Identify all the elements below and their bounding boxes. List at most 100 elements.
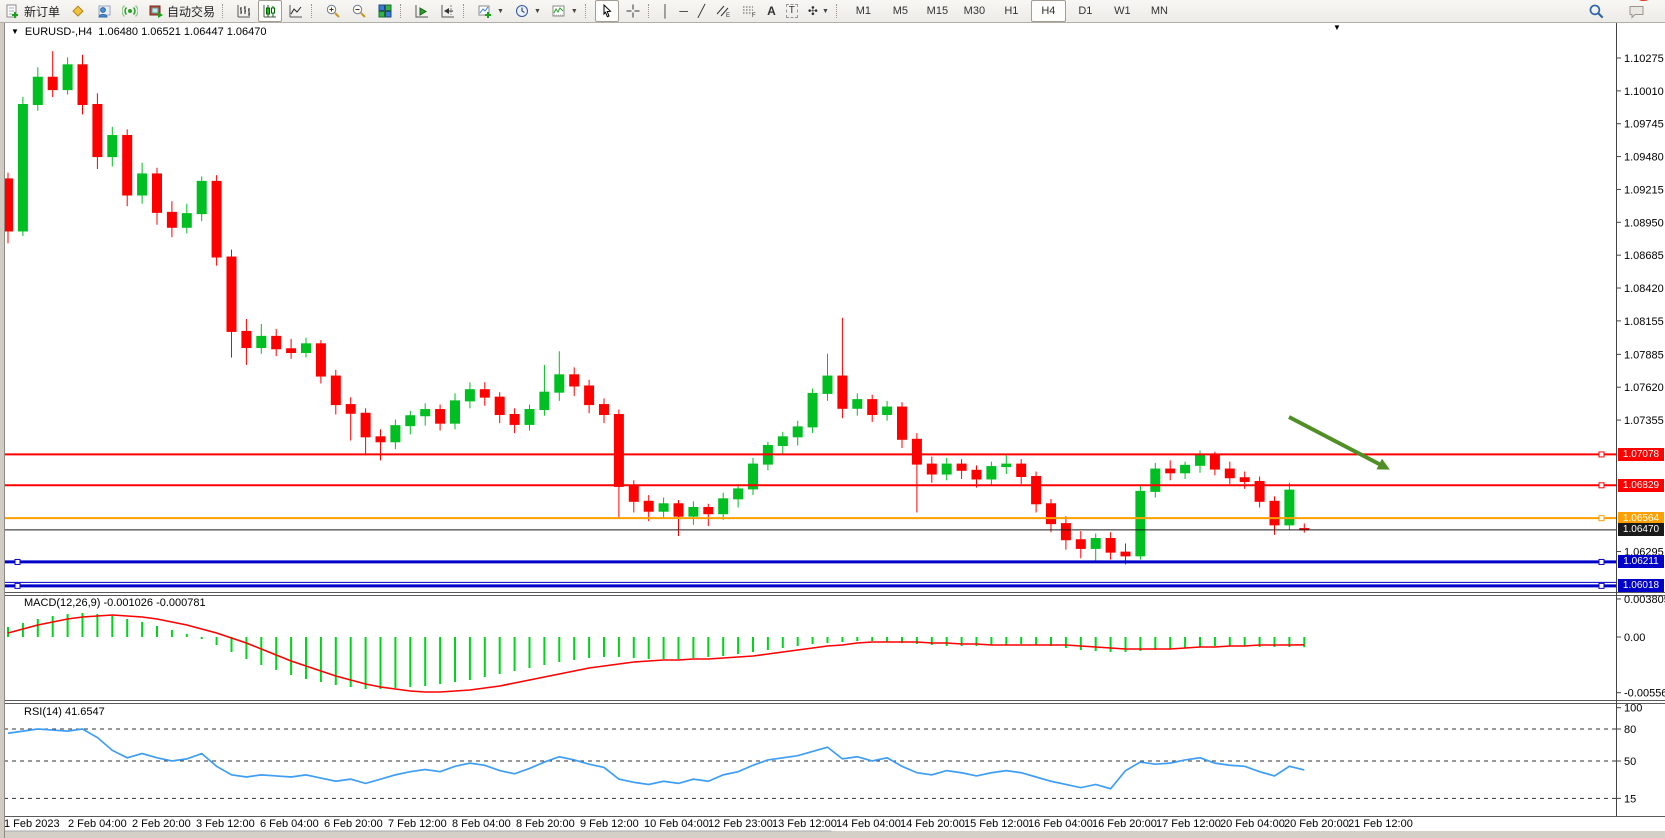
trendline-tool-button[interactable]: ╱ bbox=[694, 0, 709, 22]
date-axis[interactable]: 1 Feb 20232 Feb 04:002 Feb 20:003 Feb 12… bbox=[4, 818, 1413, 830]
timeframe-m1-button[interactable]: M1 bbox=[846, 0, 881, 22]
timeframe-mn-button[interactable]: MN bbox=[1142, 0, 1177, 22]
chart-shift-button[interactable] bbox=[436, 0, 460, 22]
timeframe-w1-button[interactable]: W1 bbox=[1105, 0, 1140, 22]
candle bbox=[1151, 469, 1160, 491]
candle bbox=[644, 501, 653, 511]
candle bbox=[1210, 455, 1219, 469]
zoom-out-button[interactable] bbox=[347, 0, 371, 22]
price-tick-label: 1.09215 bbox=[1624, 184, 1664, 196]
candle bbox=[674, 504, 683, 516]
collapse-icon[interactable]: ▼ bbox=[11, 27, 19, 36]
timeframe-m30-button[interactable]: M30 bbox=[957, 0, 992, 22]
timeframe-d1-button[interactable]: D1 bbox=[1068, 0, 1103, 22]
price-tag-1.07078: 1.07078 bbox=[1618, 448, 1664, 461]
timeframe-m15-button[interactable]: M15 bbox=[920, 0, 955, 22]
line-handle[interactable] bbox=[1599, 483, 1604, 488]
chart-ohlc-values: 1.06480 1.06521 1.06447 1.06470 bbox=[98, 26, 266, 38]
terminal-button[interactable] bbox=[92, 0, 116, 22]
horizontal-line-tool-button[interactable]: ─ bbox=[675, 0, 692, 22]
equidistant-channel-tool-button[interactable]: E bbox=[711, 0, 735, 22]
add-indicator-button[interactable]: ▼ bbox=[473, 0, 508, 22]
candle bbox=[346, 405, 355, 414]
window-edge bbox=[0, 22, 5, 838]
candle bbox=[93, 105, 102, 157]
toolbar-drag-handle[interactable] bbox=[400, 4, 405, 18]
candle bbox=[525, 410, 534, 425]
autotrading-label: 自动交易 bbox=[167, 3, 215, 20]
periods-button[interactable]: ▼ bbox=[510, 0, 545, 22]
auto-scroll-icon bbox=[414, 3, 430, 19]
price-tick-label: 1.07355 bbox=[1624, 415, 1664, 427]
candle bbox=[197, 181, 206, 213]
line-chart-type-button[interactable] bbox=[284, 0, 308, 22]
bar-chart-type-button[interactable] bbox=[232, 0, 256, 22]
text-tool-button[interactable]: A bbox=[763, 0, 780, 22]
dropdown-icon[interactable]: ▼ bbox=[497, 8, 504, 15]
crosshair-tool-button[interactable] bbox=[621, 0, 645, 22]
date-label: 8 Feb 20:00 bbox=[516, 818, 575, 830]
toolbar-drag-handle[interactable] bbox=[222, 4, 227, 18]
price-tick-label: 1.10010 bbox=[1624, 86, 1664, 98]
toolbar-drag-handle[interactable] bbox=[585, 4, 590, 18]
toolbar-drag-handle[interactable] bbox=[836, 4, 841, 18]
line-handle[interactable] bbox=[1599, 452, 1604, 457]
chart-shift-marker[interactable]: ▼ bbox=[1333, 23, 1341, 32]
dropdown-icon[interactable]: ▼ bbox=[822, 8, 829, 15]
candle bbox=[465, 390, 474, 401]
macd-scale-label: 0.00 bbox=[1624, 632, 1645, 644]
candle bbox=[480, 390, 489, 397]
timeframe-m5-button[interactable]: M5 bbox=[883, 0, 918, 22]
date-label: 7 Feb 12:00 bbox=[388, 818, 447, 830]
price-tag-1.06829: 1.06829 bbox=[1618, 479, 1664, 492]
line-handle[interactable] bbox=[15, 583, 20, 588]
line-handle[interactable] bbox=[1599, 583, 1604, 588]
candle bbox=[734, 489, 743, 499]
candle bbox=[361, 413, 370, 437]
fibonacci-tool-button[interactable]: F bbox=[737, 0, 761, 22]
vertical-line-tool-button[interactable]: │ bbox=[658, 0, 674, 22]
candlestick-chart-type-button[interactable] bbox=[258, 0, 282, 22]
arrows-icon: ✣ bbox=[808, 3, 818, 19]
toolbar-drag-handle[interactable] bbox=[463, 4, 468, 18]
auto-scroll-button[interactable] bbox=[410, 0, 434, 22]
dropdown-icon[interactable]: ▼ bbox=[534, 8, 541, 15]
date-label: 21 Feb 12:00 bbox=[1348, 818, 1413, 830]
candle bbox=[108, 136, 117, 157]
new-order-button[interactable]: 新订单 bbox=[1, 0, 64, 22]
chart-area[interactable]: 1.102751.100101.097451.094801.092151.089… bbox=[0, 0, 1665, 838]
line-handle[interactable] bbox=[15, 559, 20, 564]
candle bbox=[778, 437, 787, 446]
arrows-tool-button[interactable]: ✣ ▼ bbox=[804, 0, 833, 22]
toolbar-drag-handle[interactable] bbox=[648, 4, 653, 18]
templates-button[interactable]: ▼ bbox=[547, 0, 582, 22]
line-handle[interactable] bbox=[1599, 516, 1604, 521]
candle bbox=[927, 464, 936, 474]
rsi-level-label: 15 bbox=[1624, 793, 1636, 805]
candle bbox=[614, 415, 623, 487]
candle bbox=[212, 181, 221, 257]
market-watch-button[interactable] bbox=[66, 0, 90, 22]
trendline-icon: ╱ bbox=[698, 3, 705, 19]
date-label: 10 Feb 04:00 bbox=[644, 818, 709, 830]
notifications-button[interactable]: 1 bbox=[1624, 0, 1650, 22]
toolbar-drag-handle[interactable] bbox=[311, 4, 316, 18]
dropdown-icon[interactable]: ▼ bbox=[571, 8, 578, 15]
line-handle[interactable] bbox=[1599, 559, 1604, 564]
cursor-icon bbox=[599, 3, 615, 19]
timeframe-h4-button[interactable]: H4 bbox=[1031, 0, 1066, 22]
price-tick-label: 1.08685 bbox=[1624, 250, 1664, 262]
date-label: 3 Feb 12:00 bbox=[196, 818, 255, 830]
search-button[interactable] bbox=[1584, 0, 1609, 22]
text-label-tool-button[interactable]: T bbox=[782, 0, 802, 22]
zoom-in-button[interactable] bbox=[321, 0, 345, 22]
rsi-indicator-label: RSI(14) 41.6547 bbox=[24, 706, 105, 718]
candle bbox=[942, 464, 951, 474]
signals-button[interactable] bbox=[118, 0, 142, 22]
timeframe-h1-button[interactable]: H1 bbox=[994, 0, 1029, 22]
candle bbox=[1106, 539, 1115, 553]
cursor-tool-button[interactable] bbox=[595, 0, 619, 22]
candle bbox=[808, 393, 817, 426]
tile-windows-button[interactable] bbox=[373, 0, 397, 22]
autotrading-button[interactable]: 自动交易 bbox=[144, 0, 219, 22]
